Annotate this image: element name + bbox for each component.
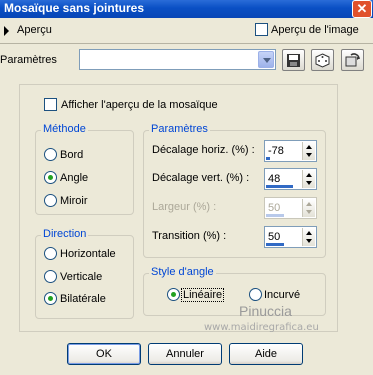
direction-label-bilaterale[interactable]: Bilatérale bbox=[60, 293, 106, 305]
direction-group-title: Direction bbox=[41, 228, 89, 240]
preset-reset-icon bbox=[345, 53, 360, 67]
method-label-bord[interactable]: Bord bbox=[60, 149, 83, 161]
ok-button[interactable]: OK bbox=[67, 343, 141, 365]
vertical-offset-value[interactable]: 48 bbox=[268, 173, 280, 185]
help-button[interactable]: Aide bbox=[229, 343, 303, 365]
vertical-offset-slider[interactable] bbox=[266, 185, 293, 188]
title-bar: Mosaïque sans jointures ✕ bbox=[0, 0, 373, 18]
reset-preset-button[interactable] bbox=[341, 49, 364, 71]
transition-label: Transition (%) : bbox=[152, 230, 227, 242]
mosaic-preview-label[interactable]: Afficher l'aperçu de la mosaïque bbox=[61, 99, 218, 111]
mosaic-preview-checkbox[interactable] bbox=[44, 98, 57, 111]
vertical-offset-label: Décalage vert. (%) : bbox=[152, 172, 250, 184]
parameters-group-title: Paramètres bbox=[149, 123, 210, 135]
direction-label-verticale[interactable]: Verticale bbox=[60, 271, 102, 283]
method-radio-miroir[interactable] bbox=[44, 194, 57, 207]
presets-label: Paramètres bbox=[0, 54, 57, 66]
transition-value[interactable]: 50 bbox=[268, 231, 280, 243]
direction-label-horizontale[interactable]: Horizontale bbox=[60, 248, 116, 260]
transition-stepper[interactable] bbox=[302, 228, 315, 246]
method-label-miroir[interactable]: Miroir bbox=[60, 195, 88, 207]
watermark-name: Pinuccia bbox=[239, 303, 292, 319]
direction-radio-bilaterale[interactable] bbox=[44, 292, 57, 305]
width-label: Largeur (%) : bbox=[152, 201, 217, 213]
preview-toggle-label[interactable]: Aperçu bbox=[17, 24, 52, 36]
width-spinner: 50 bbox=[264, 197, 317, 219]
horizontal-offset-slider[interactable] bbox=[266, 157, 270, 160]
corner-style-group-title: Style d'angle bbox=[149, 266, 216, 278]
watermark-site: www.maidiregrafica.eu bbox=[204, 322, 319, 333]
presets-dropdown[interactable] bbox=[79, 49, 276, 70]
width-value: 50 bbox=[268, 202, 281, 214]
dice-icon bbox=[315, 53, 330, 68]
separator bbox=[0, 43, 373, 44]
window-title: Mosaïque sans jointures bbox=[4, 1, 145, 15]
direction-radio-verticale[interactable] bbox=[44, 270, 57, 283]
width-slider bbox=[266, 214, 284, 217]
image-preview-checkbox[interactable] bbox=[255, 23, 268, 36]
corner-label-lineaire[interactable]: Linéaire bbox=[180, 288, 225, 302]
chevron-down-icon[interactable] bbox=[258, 51, 274, 68]
horizontal-offset-spinner[interactable]: -78 bbox=[264, 140, 317, 162]
preview-row: Aperçu Aperçu de l'image bbox=[0, 18, 373, 43]
width-stepper bbox=[302, 199, 315, 217]
floppy-disk-icon bbox=[287, 54, 300, 67]
cancel-button[interactable]: Annuler bbox=[148, 343, 222, 365]
method-radio-bord[interactable] bbox=[44, 148, 57, 161]
image-preview-label[interactable]: Aperçu de l'image bbox=[271, 24, 359, 36]
method-group-title: Méthode bbox=[41, 123, 88, 135]
vertical-offset-stepper[interactable] bbox=[302, 170, 315, 188]
corner-label-incurve[interactable]: Incurvé bbox=[264, 289, 300, 301]
close-icon[interactable]: ✕ bbox=[352, 0, 372, 18]
corner-radio-lineaire[interactable] bbox=[167, 288, 180, 301]
horizontal-offset-stepper[interactable] bbox=[302, 142, 315, 160]
transition-slider[interactable] bbox=[266, 243, 284, 246]
expand-triangle-icon[interactable] bbox=[4, 26, 9, 36]
save-preset-button[interactable] bbox=[282, 49, 305, 71]
method-radio-angle[interactable] bbox=[44, 171, 57, 184]
method-label-angle[interactable]: Angle bbox=[60, 172, 88, 184]
random-preset-button[interactable] bbox=[311, 49, 334, 71]
horizontal-offset-label: Décalage horiz. (%) : bbox=[152, 144, 255, 156]
corner-radio-incurve[interactable] bbox=[249, 288, 262, 301]
horizontal-offset-value[interactable]: -78 bbox=[268, 145, 284, 157]
direction-radio-horizontale[interactable] bbox=[44, 247, 57, 260]
transition-spinner[interactable]: 50 bbox=[264, 226, 317, 248]
vertical-offset-spinner[interactable]: 48 bbox=[264, 168, 317, 190]
